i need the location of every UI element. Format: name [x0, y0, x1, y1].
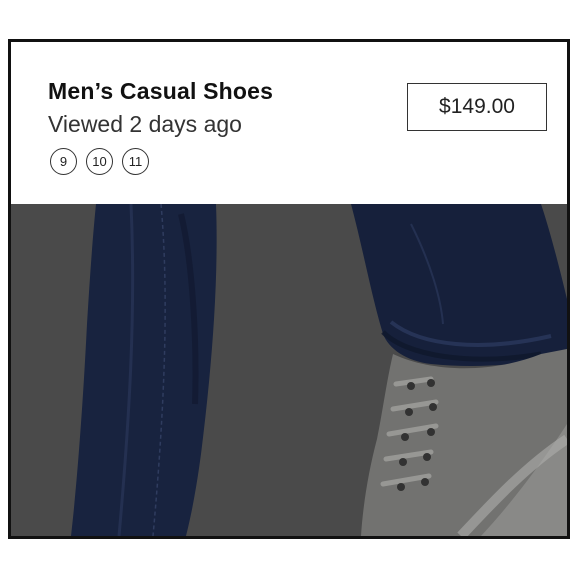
size-option-9[interactable]: 9 [50, 148, 77, 175]
viewed-timestamp: Viewed 2 days ago [48, 111, 242, 137]
size-option-10[interactable]: 10 [86, 148, 113, 175]
price-tag[interactable]: $149.00 [407, 83, 547, 131]
product-card[interactable]: Men’s Casual Shoes Viewed 2 days ago 9 1… [8, 39, 570, 539]
jeans-and-sneaker-photo [11, 204, 567, 536]
size-options: 9 10 11 [50, 148, 149, 175]
product-image[interactable] [11, 204, 567, 536]
product-title[interactable]: Men’s Casual Shoes [48, 78, 273, 105]
size-option-11[interactable]: 11 [122, 148, 149, 175]
product-info: Men’s Casual Shoes Viewed 2 days ago 9 1… [11, 42, 567, 204]
